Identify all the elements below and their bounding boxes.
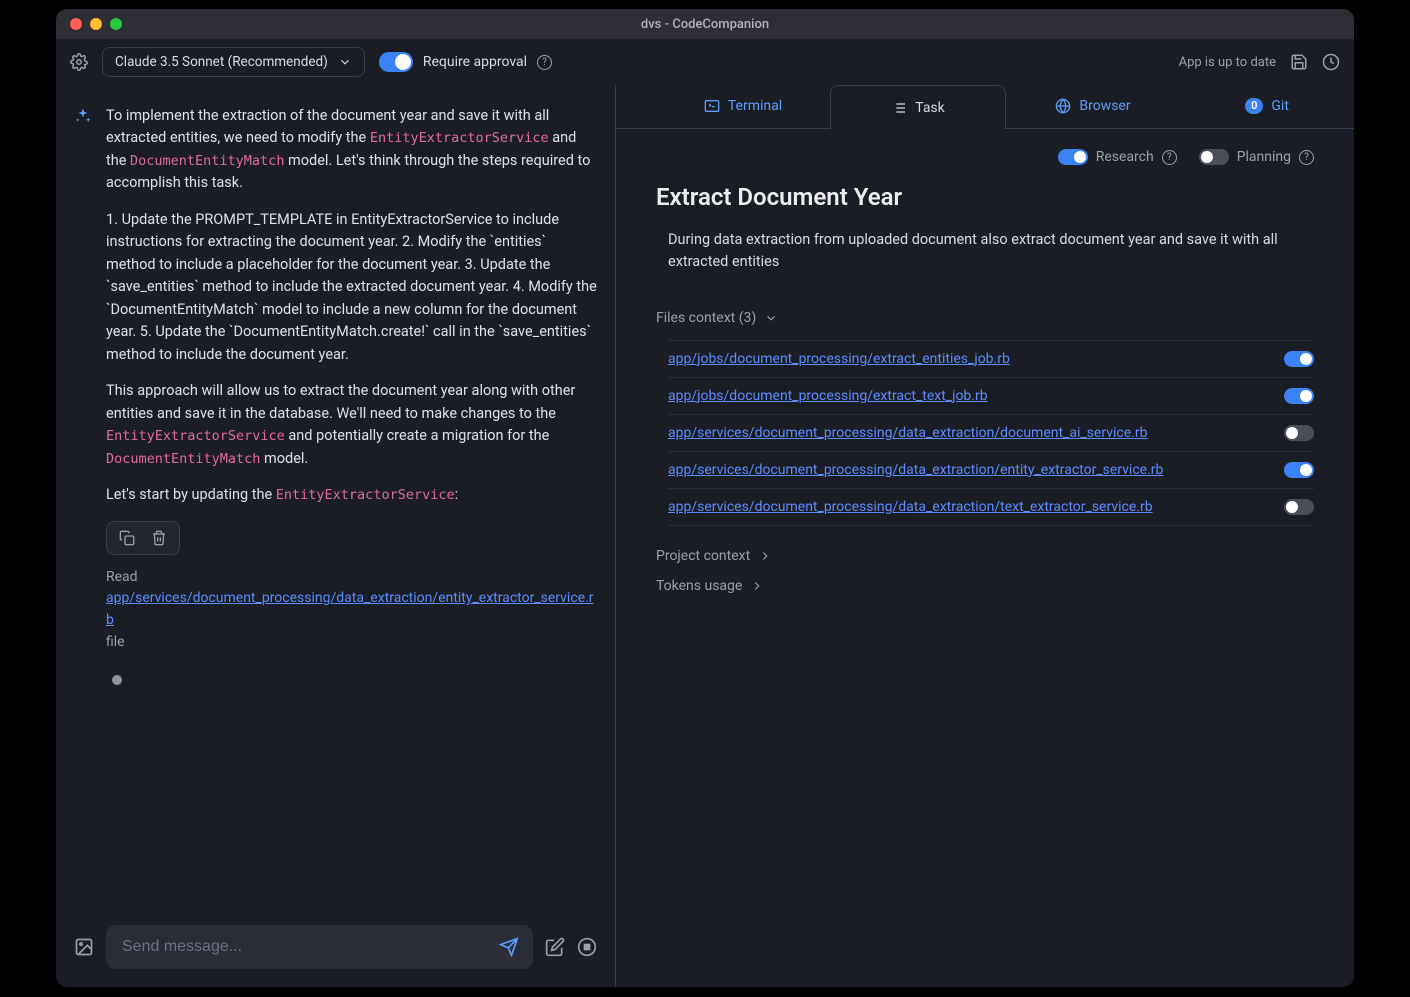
code-token: EntityExtractorService — [106, 428, 285, 444]
main-split: To implement the extraction of the docum… — [56, 85, 1354, 987]
trash-icon — [151, 530, 167, 546]
globe-icon — [1055, 98, 1071, 114]
copy-button[interactable] — [111, 526, 143, 550]
file-link[interactable]: app/services/document_processing/data_ex… — [668, 462, 1163, 478]
clock-icon — [1322, 53, 1340, 71]
file-toggle[interactable] — [1284, 425, 1314, 441]
require-approval-option: Require approval ? — [379, 52, 552, 72]
delete-button[interactable] — [143, 526, 175, 550]
file-row: app/services/document_processing/data_ex… — [668, 415, 1314, 452]
research-toggle[interactable] — [1058, 149, 1088, 165]
planning-option: Planning ? — [1199, 149, 1314, 165]
help-icon[interactable]: ? — [537, 55, 552, 70]
chat-scroll[interactable]: To implement the extraction of the docum… — [56, 85, 615, 913]
read-file-link[interactable]: app/services/document_processing/data_ex… — [106, 590, 594, 628]
edit-icon — [545, 937, 565, 957]
close-window-button[interactable] — [70, 18, 82, 30]
model-selector[interactable]: Claude 3.5 Sonnet (Recommended) — [102, 47, 365, 77]
gear-icon — [70, 53, 88, 71]
file-row: app/services/document_processing/data_ex… — [668, 452, 1314, 489]
maximize-window-button[interactable] — [110, 18, 122, 30]
files-context-header[interactable]: Files context (3) — [656, 310, 1314, 326]
help-icon[interactable]: ? — [1299, 150, 1314, 165]
file-toggle[interactable] — [1284, 388, 1314, 404]
file-link[interactable]: app/services/document_processing/data_ex… — [668, 425, 1147, 441]
update-status: App is up to date — [1179, 55, 1276, 70]
read-suffix: file — [106, 632, 597, 654]
right-panel: Terminal Task Browser 0 Git — [616, 85, 1354, 987]
code-actions — [106, 521, 180, 555]
assistant-message: To implement the extraction of the docum… — [74, 105, 597, 653]
attach-image-button[interactable] — [74, 937, 94, 957]
assistant-avatar — [74, 107, 94, 653]
message-input-wrap — [106, 925, 533, 969]
chevron-right-icon — [758, 549, 772, 563]
traffic-lights — [56, 18, 122, 30]
settings-button[interactable] — [70, 53, 88, 71]
file-toggle[interactable] — [1284, 351, 1314, 367]
new-chat-button[interactable] — [545, 937, 565, 957]
titlebar: dvs - CodeCompanion — [56, 9, 1354, 39]
tab-task[interactable]: Task — [830, 85, 1006, 129]
task-options: Research ? Planning ? — [656, 149, 1314, 165]
save-button[interactable] — [1290, 53, 1308, 71]
tab-git[interactable]: 0 Git — [1180, 85, 1354, 128]
chevron-right-icon — [750, 579, 764, 593]
chat-panel: To implement the extraction of the docum… — [56, 85, 616, 987]
stop-icon — [577, 937, 597, 957]
code-token: EntityExtractorService — [276, 487, 455, 503]
terminal-icon — [704, 98, 720, 114]
read-file-block: Read app/services/document_processing/da… — [106, 567, 597, 654]
code-token: DocumentEntityMatch — [130, 153, 284, 169]
tab-browser[interactable]: Browser — [1006, 85, 1180, 128]
steps-paragraph: 1. Update the PROMPT_TEMPLATE in EntityE… — [106, 209, 597, 366]
message-body: To implement the extraction of the docum… — [106, 105, 597, 653]
file-row: app/services/document_processing/data_ex… — [668, 489, 1314, 526]
history-button[interactable] — [1322, 53, 1340, 71]
task-title: Extract Document Year — [656, 183, 1314, 211]
sparkle-icon — [74, 107, 92, 125]
save-icon — [1290, 53, 1308, 71]
list-icon — [891, 100, 907, 116]
thinking-indicator — [74, 667, 597, 685]
planning-toggle[interactable] — [1199, 149, 1229, 165]
file-link[interactable]: app/jobs/document_processing/extract_ent… — [668, 351, 1010, 367]
require-approval-toggle[interactable] — [379, 52, 413, 72]
project-context-header[interactable]: Project context — [656, 548, 1314, 564]
loading-dot-icon — [112, 675, 122, 685]
composer — [56, 913, 615, 987]
git-badge: 0 — [1245, 98, 1263, 114]
file-row: app/jobs/document_processing/extract_tex… — [668, 378, 1314, 415]
tab-terminal[interactable]: Terminal — [656, 85, 830, 128]
research-option: Research ? — [1058, 149, 1177, 165]
read-label: Read — [106, 567, 597, 589]
file-toggle[interactable] — [1284, 499, 1314, 515]
file-link[interactable]: app/services/document_processing/data_ex… — [668, 499, 1153, 515]
file-toggle[interactable] — [1284, 462, 1314, 478]
toolbar: Claude 3.5 Sonnet (Recommended) Require … — [56, 39, 1354, 85]
code-token: EntityExtractorService — [370, 130, 549, 146]
window-title: dvs - CodeCompanion — [56, 17, 1354, 32]
message-input[interactable] — [120, 937, 499, 957]
model-name: Claude 3.5 Sonnet (Recommended) — [115, 54, 328, 70]
file-link[interactable]: app/jobs/document_processing/extract_tex… — [668, 388, 988, 404]
file-list: app/jobs/document_processing/extract_ent… — [668, 340, 1314, 526]
app-window: dvs - CodeCompanion Claude 3.5 Sonnet (R… — [55, 8, 1355, 988]
help-icon[interactable]: ? — [1162, 150, 1177, 165]
image-icon — [74, 937, 94, 957]
send-button[interactable] — [499, 937, 519, 957]
file-row: app/jobs/document_processing/extract_ent… — [668, 340, 1314, 378]
task-description: During data extraction from uploaded doc… — [656, 229, 1296, 274]
chevron-down-icon — [764, 311, 778, 325]
require-approval-label: Require approval — [423, 54, 527, 70]
copy-icon — [119, 530, 135, 546]
code-token: DocumentEntityMatch — [106, 451, 260, 467]
task-content: Research ? Planning ? Extract Document Y… — [616, 129, 1354, 987]
minimize-window-button[interactable] — [90, 18, 102, 30]
tokens-usage-header[interactable]: Tokens usage — [656, 578, 1314, 594]
stop-button[interactable] — [577, 937, 597, 957]
chevron-down-icon — [338, 55, 352, 69]
right-tabs: Terminal Task Browser 0 Git — [616, 85, 1354, 129]
send-icon — [499, 937, 519, 957]
